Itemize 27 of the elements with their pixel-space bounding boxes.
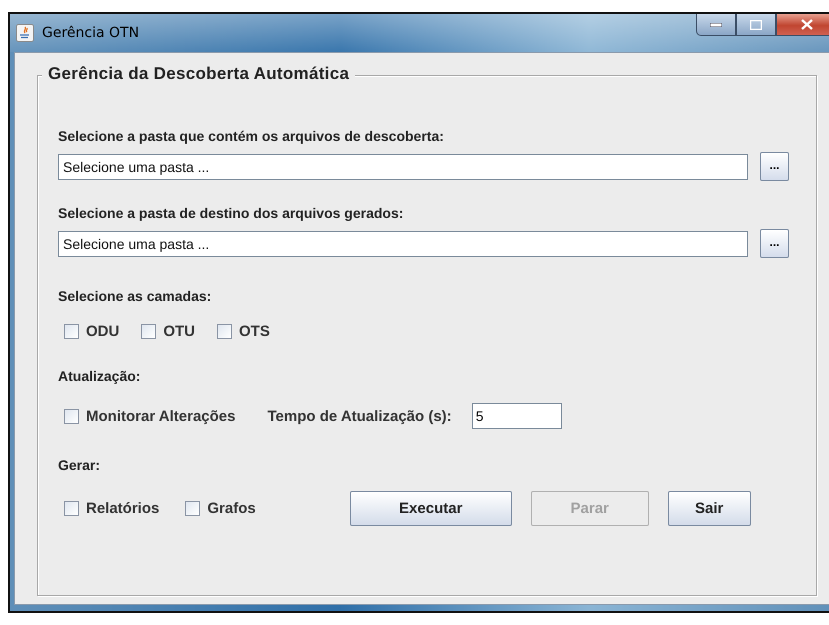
maximize-button[interactable] — [736, 14, 776, 36]
action-button[interactable]: Sair — [668, 491, 751, 526]
section-label: Atualização: — [58, 368, 142, 384]
interval-label: Tempo de Atualização (s): — [267, 408, 452, 424]
layer-checkbox[interactable]: OTU — [141, 323, 196, 340]
generate-checkbox[interactable]: Relatórios — [64, 500, 160, 517]
browse-button[interactable]: ... — [760, 229, 789, 258]
layer-checkbox[interactable]: OTS — [217, 323, 270, 340]
layer-checkbox[interactable]: ODU — [64, 323, 120, 340]
close-icon — [801, 19, 813, 30]
interval-field[interactable]: 5 — [472, 403, 562, 429]
close-button[interactable] — [776, 14, 829, 36]
minimize-icon — [710, 22, 722, 26]
browse-button[interactable]: ... — [760, 152, 789, 181]
section-label: Gerar: — [58, 457, 102, 473]
section-label: Selecione as camadas: — [58, 288, 212, 304]
window-title: Gerência OTN — [42, 25, 140, 41]
app-icon — [16, 24, 34, 42]
action-button[interactable]: Executar — [350, 491, 512, 526]
monitor-checkbox[interactable]: Monitorar Alterações — [64, 408, 236, 424]
folder-path-field[interactable]: Selecione uma pasta ... — [58, 230, 748, 256]
minimize-button[interactable] — [696, 14, 736, 36]
field-label: Selecione a pasta de destino dos arquivos gerados: — [58, 205, 404, 221]
folder-path-field[interactable]: Selecione uma pasta ... — [58, 154, 748, 180]
maximize-icon — [750, 20, 762, 30]
generate-checkbox[interactable]: Grafos — [185, 500, 256, 517]
field-label: Selecione a pasta que contém os arquivos de descoberta: — [58, 128, 445, 144]
